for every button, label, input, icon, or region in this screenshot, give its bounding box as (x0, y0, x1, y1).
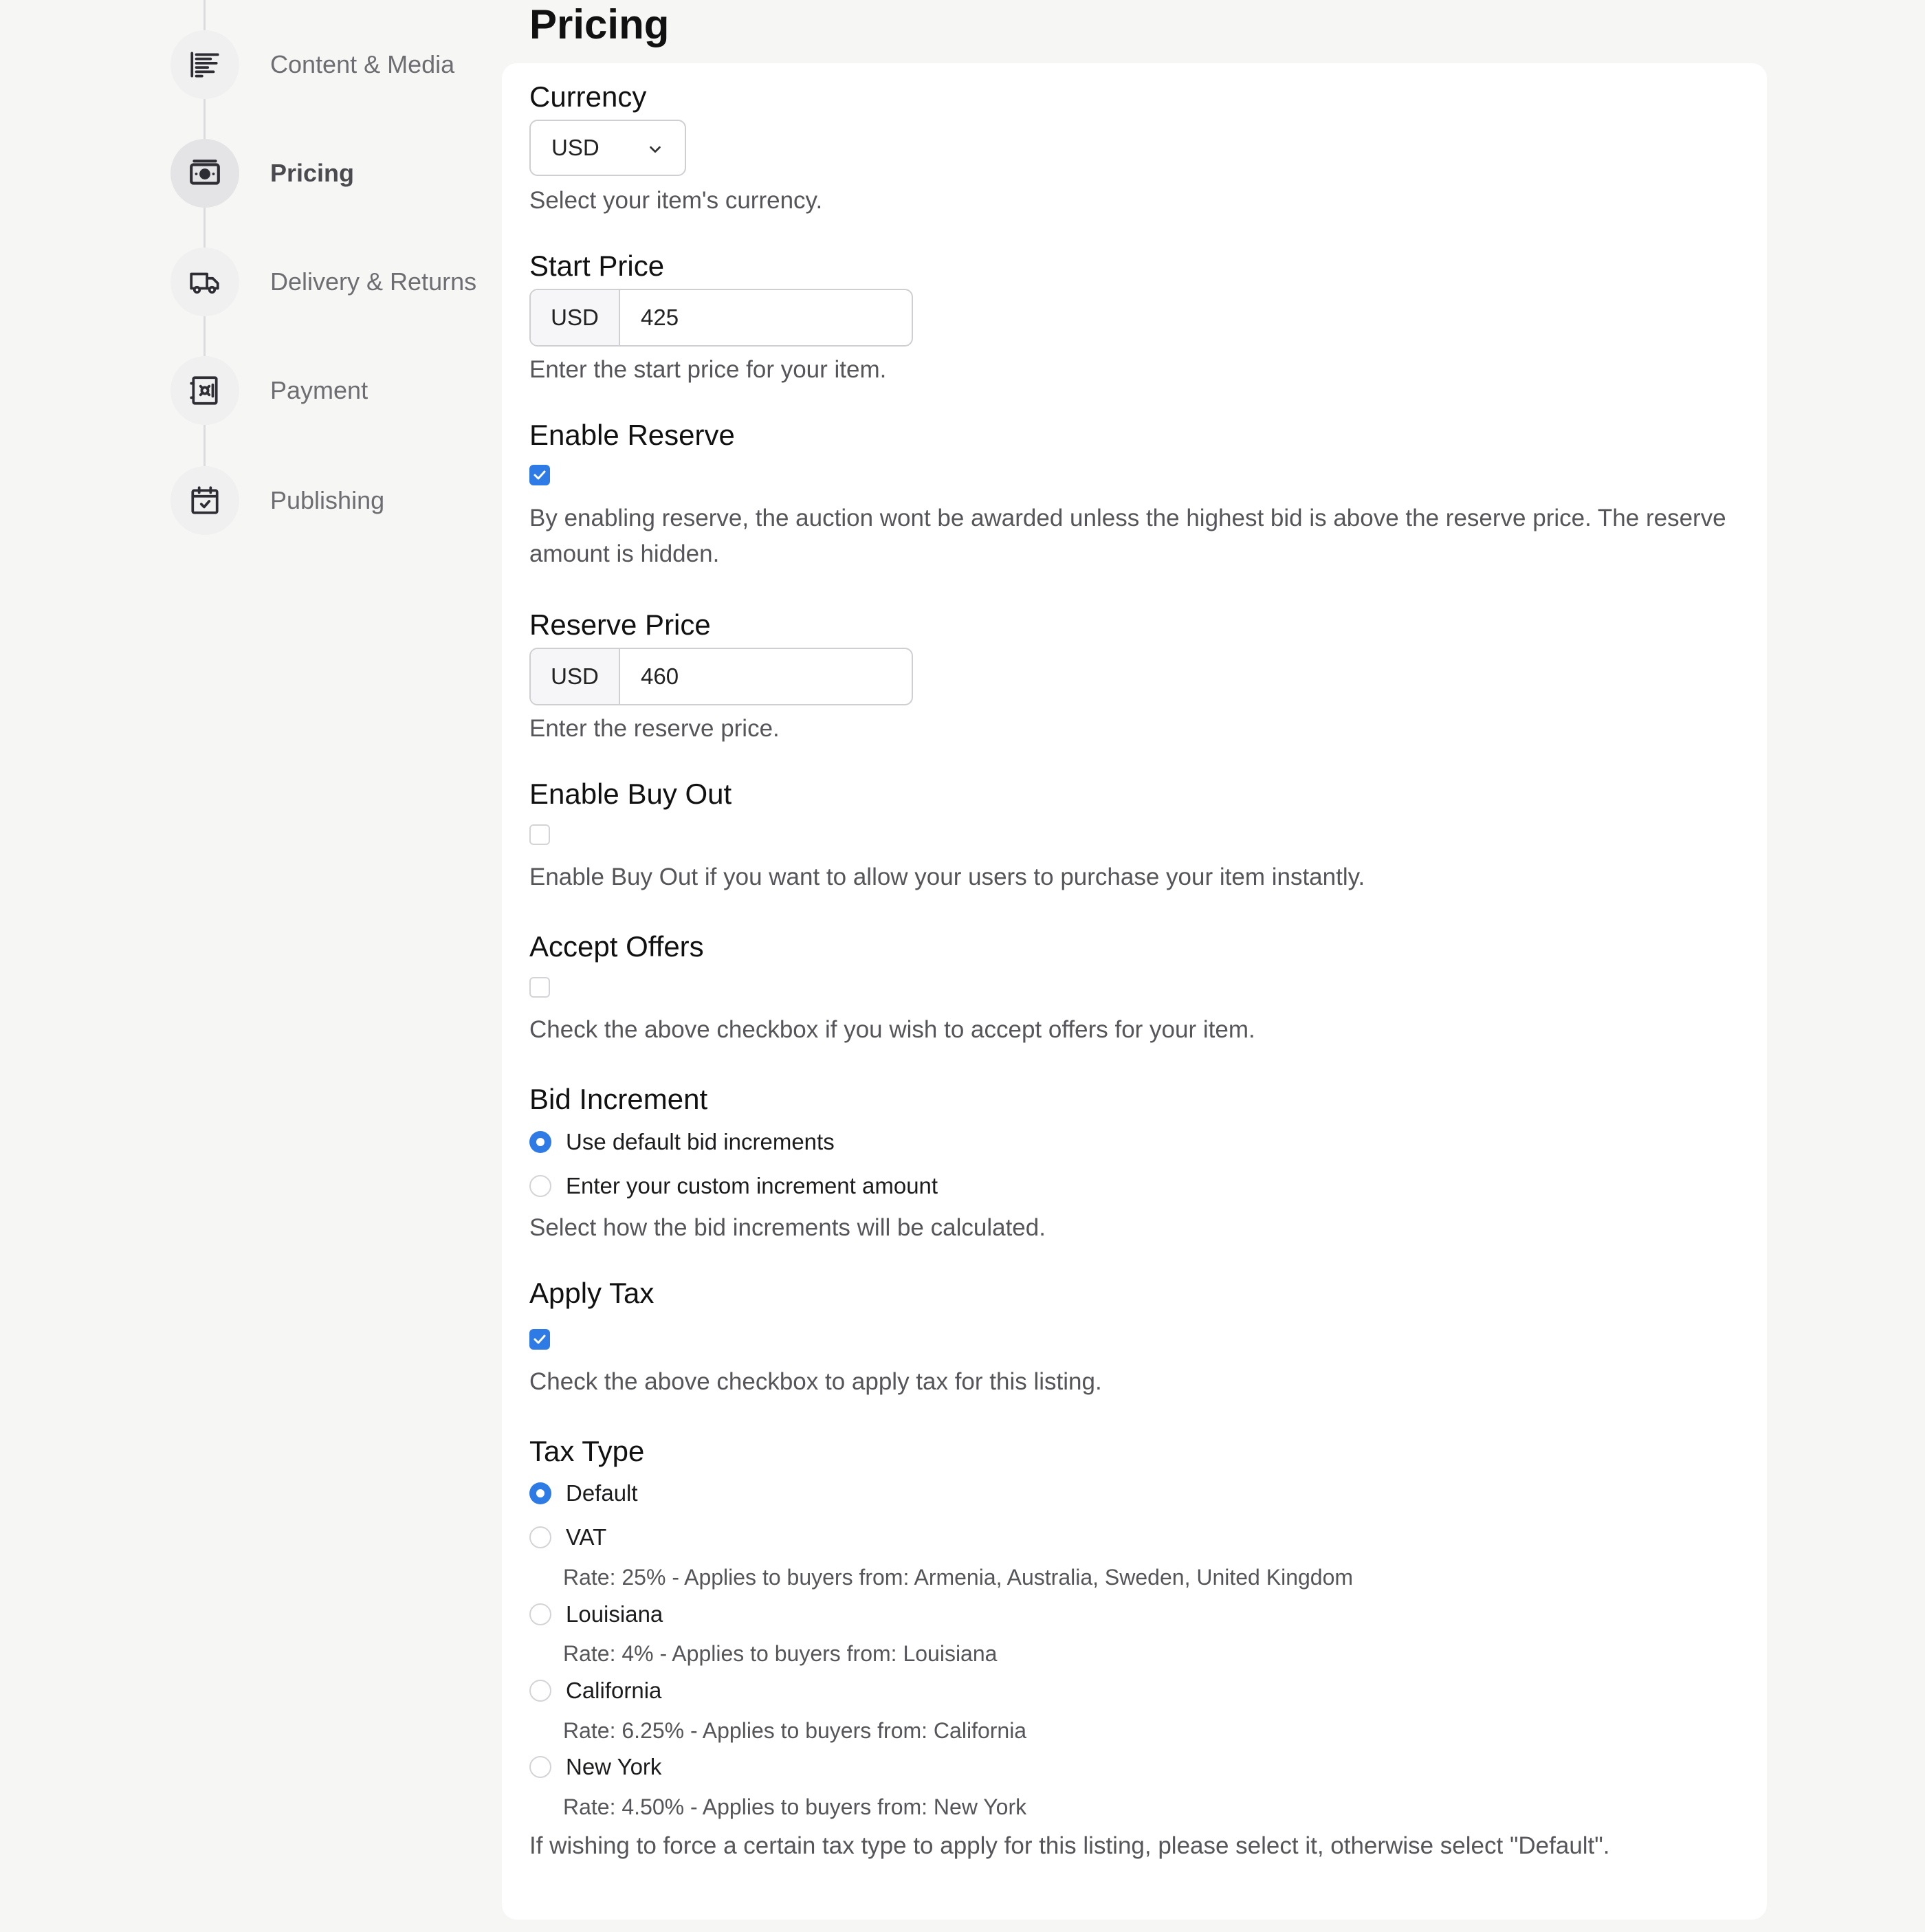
calendar-check-icon (170, 466, 239, 535)
pricing-form-card: Currency USD Select your item's currency… (502, 63, 1767, 1920)
tax-type-new-york-label[interactable]: New York (566, 1753, 661, 1781)
step-label: Publishing (270, 486, 385, 514)
tax-type-vat-radio[interactable] (529, 1526, 551, 1548)
banknote-icon (170, 139, 239, 208)
content-media-icon (170, 30, 239, 99)
truck-icon (170, 248, 239, 316)
currency-label: Currency (529, 80, 647, 113)
step-payment[interactable]: Payment (170, 356, 500, 425)
apply-tax-label: Apply Tax (529, 1277, 654, 1309)
tax-type-default-label[interactable]: Default (566, 1479, 638, 1508)
tax-type-help: If wishing to force a certain tax type t… (529, 1832, 1610, 1859)
reserve-price-currency-addon: USD (531, 649, 620, 704)
currency-select[interactable]: USD (529, 120, 686, 176)
tax-type-louisiana-radio[interactable] (529, 1603, 551, 1625)
tax-type-new-york-rate: Rate: 4.50% - Applies to buyers from: Ne… (563, 1794, 1027, 1819)
tax-type-vat-rate: Rate: 25% - Applies to buyers from: Arme… (563, 1565, 1354, 1590)
tax-type-new-york-radio[interactable] (529, 1756, 551, 1778)
bid-increment-label: Bid Increment (529, 1083, 708, 1115)
chevron-down-icon (650, 146, 661, 153)
checkmark-icon (534, 1335, 546, 1344)
checkmark-icon (534, 470, 546, 480)
tax-type-louisiana-rate: Rate: 4% - Applies to buyers from: Louis… (563, 1641, 998, 1666)
tax-type-label: Tax Type (529, 1435, 645, 1467)
step-label: Delivery & Returns (270, 267, 477, 296)
step-pricing[interactable]: Pricing (170, 139, 500, 208)
step-label: Payment (270, 376, 368, 404)
currency-help: Select your item's currency. (529, 187, 823, 214)
reserve-price-input[interactable]: 460 (641, 649, 679, 704)
currency-select-value: USD (551, 135, 600, 160)
tax-type-california-label[interactable]: California (566, 1676, 661, 1705)
start-price-label: Start Price (529, 250, 665, 282)
step-label: Content & Media (270, 50, 455, 78)
safe-icon (170, 356, 239, 425)
bid-increment-custom-radio[interactable] (529, 1175, 551, 1197)
start-price-help: Enter the start price for your item. (529, 356, 887, 383)
enable-reserve-label: Enable Reserve (529, 419, 735, 451)
step-label: Pricing (270, 159, 355, 187)
tax-type-california-radio[interactable] (529, 1680, 551, 1702)
tax-type-louisiana-label[interactable]: Louisiana (566, 1600, 663, 1629)
bid-increment-default-radio[interactable] (529, 1131, 551, 1153)
reserve-price-help: Enter the reserve price. (529, 715, 780, 742)
enable-reserve-help: By enabling reserve, the auction wont be… (529, 505, 1726, 567)
page-title: Pricing (529, 1, 670, 47)
tax-type-vat-label[interactable]: VAT (566, 1523, 606, 1552)
step-publishing[interactable]: Publishing (170, 466, 500, 535)
accept-offers-help: Check the above checkbox if you wish to … (529, 1016, 1255, 1043)
step-content-media[interactable]: Content & Media (170, 30, 500, 99)
apply-tax-checkbox[interactable] (529, 1329, 550, 1350)
enable-buy-out-checkbox[interactable] (529, 824, 550, 845)
tax-type-california-rate: Rate: 6.25% - Applies to buyers from: Ca… (563, 1718, 1027, 1743)
start-price-input-group: USD 425 (529, 289, 913, 347)
enable-buy-out-label: Enable Buy Out (529, 778, 732, 810)
reserve-price-label: Reserve Price (529, 608, 711, 641)
bid-increment-help: Select how the bid increments will be ca… (529, 1214, 1046, 1241)
start-price-input[interactable]: 425 (641, 290, 679, 345)
reserve-price-input-group: USD 460 (529, 648, 913, 705)
start-price-currency-addon: USD (531, 290, 620, 345)
tax-type-default-radio[interactable] (529, 1482, 551, 1504)
enable-buy-out-help: Enable Buy Out if you want to allow your… (529, 864, 1365, 890)
apply-tax-help: Check the above checkbox to apply tax fo… (529, 1368, 1102, 1395)
enable-reserve-checkbox[interactable] (529, 465, 550, 485)
bid-increment-custom-label[interactable]: Enter your custom increment amount (566, 1172, 938, 1200)
accept-offers-checkbox[interactable] (529, 977, 550, 998)
step-navigation: Content & Media Pricing Delivery & Retur… (170, 0, 500, 550)
bid-increment-default-label[interactable]: Use default bid increments (566, 1128, 835, 1156)
accept-offers-label: Accept Offers (529, 930, 704, 963)
step-delivery-returns[interactable]: Delivery & Returns (170, 248, 500, 316)
